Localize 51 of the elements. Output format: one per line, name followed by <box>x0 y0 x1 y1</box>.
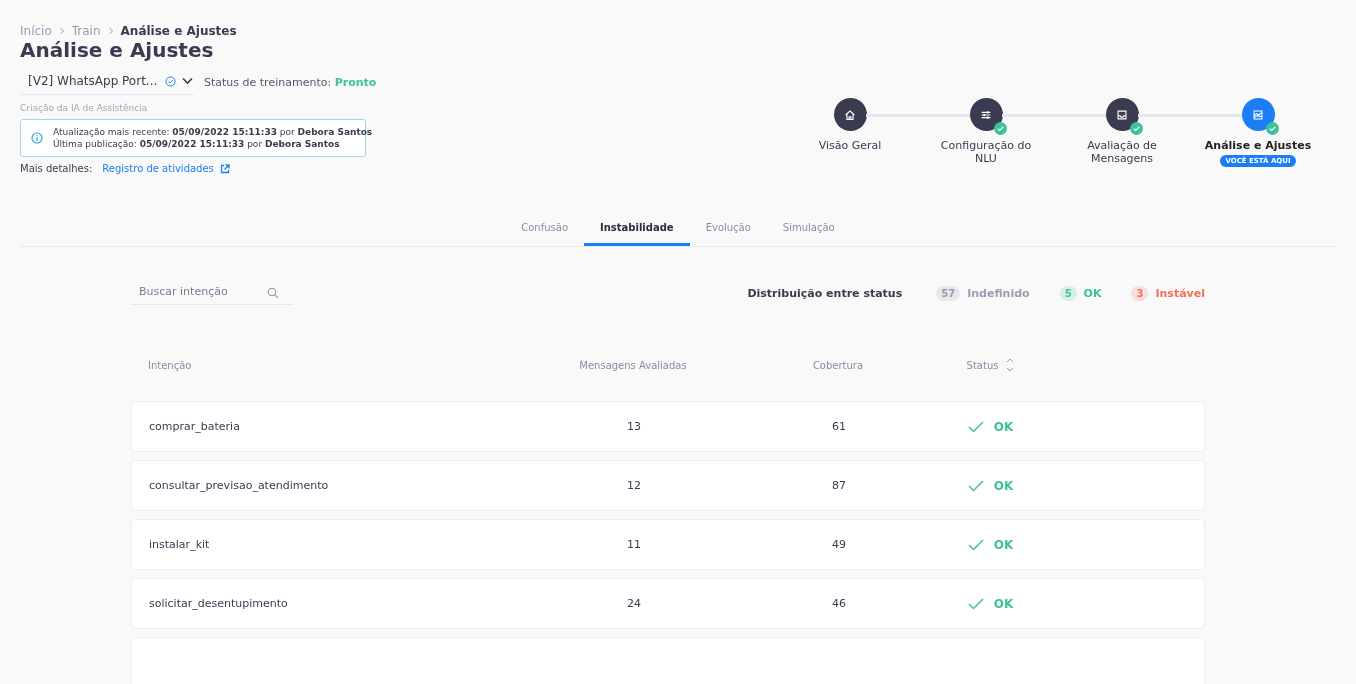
table-cell: 11 <box>627 538 641 551</box>
status-filter[interactable]: Indefinido <box>967 286 1030 300</box>
intent-name: comprar_bateria <box>149 420 240 433</box>
subtitle: Criação da IA de Assistência <box>20 103 149 113</box>
step-label: Configuração do NLU <box>939 139 1033 165</box>
status-label: OK <box>993 596 1014 611</box>
search-field[interactable]: Buscar intenção <box>131 281 294 305</box>
bot-select[interactable]: [V2] WhatsApp Port... <box>20 70 194 95</box>
details-label: Mais detalhes: <box>20 163 93 174</box>
status-filter[interactable]: Instável <box>1155 286 1205 300</box>
table-cell: 24 <box>627 597 641 610</box>
table-cell: 49 <box>832 538 846 551</box>
status-count: 57 <box>936 285 961 301</box>
step-label: Avaliação de Mensagens <box>1086 139 1158 165</box>
table-cell: 13 <box>627 420 641 433</box>
table-row[interactable]: solicitar_desentupimento 24 46 OK <box>131 578 1205 629</box>
table-cell: 87 <box>832 479 846 492</box>
intent-name: instalar_kit <box>149 538 210 551</box>
breadcrumb-item[interactable]: Train <box>71 24 101 38</box>
table-cell: 46 <box>832 597 846 610</box>
activity-log-link[interactable]: Registro de atividades <box>102 163 230 174</box>
table-cell: 61 <box>832 420 846 433</box>
table-cell: 12 <box>627 479 641 492</box>
column-header: Intenção <box>148 359 192 371</box>
status-label: OK <box>993 478 1014 493</box>
info-text: Atualização mais recente: 05/09/2022 15:11:33 por Debora Santos <box>53 126 373 138</box>
tab[interactable]: Simulação <box>766 214 851 246</box>
column-header: Mensagens Avaliadas <box>579 359 687 371</box>
distribution-title: Distribuição entre status <box>747 286 903 300</box>
status-filter[interactable]: OK <box>1083 286 1102 300</box>
intent-name: consultar_previsao_atendimento <box>149 479 329 492</box>
status-label: OK <box>993 537 1014 552</box>
status-count: 3 <box>1131 285 1149 301</box>
step-label: Visão Geral <box>817 139 883 152</box>
training-status: Status de treinamento: Pronto <box>204 76 377 89</box>
tab[interactable]: Confusão <box>505 214 585 246</box>
step-label: Análise e Ajustes <box>1203 139 1313 152</box>
table-row[interactable]: consultar_previsao_atendimento 12 87 OK <box>131 460 1205 511</box>
table-row[interactable]: instalar_kit 11 49 OK <box>131 519 1205 570</box>
breadcrumb-item: Análise e Ajustes <box>120 24 237 38</box>
table-row[interactable]: comprar_bateria 13 61 OK <box>131 401 1205 452</box>
column-header: Status <box>966 359 999 371</box>
info-text: Última publicação: 05/09/2022 15:11:33 por Debora Santos <box>53 138 341 150</box>
tab[interactable]: Evolução <box>689 214 767 246</box>
status-count: 5 <box>1059 285 1077 301</box>
status-label: OK <box>993 419 1014 434</box>
tab[interactable]: Instabilidade <box>584 214 690 246</box>
intent-name: solicitar_desentupimento <box>149 597 288 610</box>
page-title: Análise e Ajustes <box>20 38 215 62</box>
breadcrumb-item[interactable]: Início <box>20 24 52 38</box>
column-header: Cobertura <box>812 359 864 371</box>
